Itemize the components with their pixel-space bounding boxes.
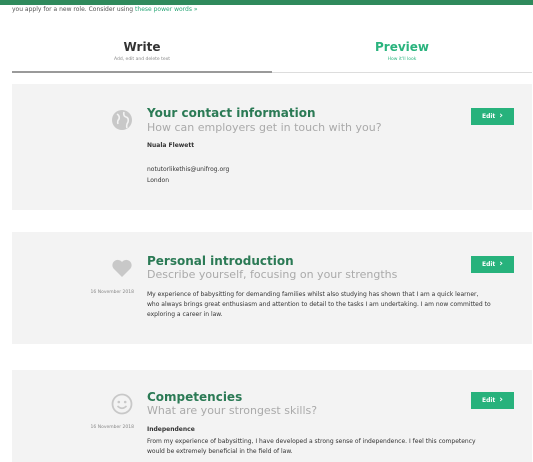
edit-label: Edit (481, 261, 496, 268)
edit-contact-button[interactable]: Edit › (471, 108, 514, 125)
contact-email: notutorlikethis@unifrog.org (147, 166, 230, 173)
edit-competencies-button[interactable]: Edit › (471, 392, 514, 409)
intro-text: you apply for a new role. Consider using… (12, 6, 198, 13)
competency-item-body: From my experience of babysitting, I hav… (147, 438, 476, 455)
competencies-card: 16 November 2018 Competencies What are y… (12, 370, 532, 462)
competencies-title: Competencies (147, 390, 243, 404)
smiley-icon (110, 392, 134, 416)
contact-section-card: Your contact information How can employe… (12, 84, 532, 210)
edit-label: Edit (481, 397, 496, 404)
chevron-right-icon: › (499, 259, 504, 269)
tab-preview-label: Preview (374, 40, 429, 54)
contact-title: Your contact information (147, 106, 316, 120)
contact-location: London (147, 177, 169, 184)
tab-write-label: Write (123, 40, 161, 54)
edit-intro-button[interactable]: Edit › (471, 256, 514, 273)
tab-write[interactable]: Write Add, edit and delete text (12, 40, 272, 62)
globe-icon (110, 108, 134, 132)
active-tab-indicator (12, 71, 272, 73)
contact-subtitle: How can employers get in touch with you? (147, 121, 382, 134)
intro-title: Personal introduction (147, 254, 294, 268)
intro-sentence: you apply for a new role. Consider using (12, 6, 134, 13)
competency-item-title: Independence (147, 426, 195, 433)
competencies-subtitle: What are your strongest skills? (147, 404, 318, 417)
competencies-date: 16 November 2018 (90, 425, 134, 430)
heart-icon (110, 256, 134, 280)
edit-label: Edit (481, 113, 496, 120)
tab-write-sublabel: Add, edit and delete text (113, 57, 171, 62)
intro-body: My experience of babysitting for demandi… (147, 291, 491, 318)
tab-preview[interactable]: Preview How it'll look (272, 40, 532, 62)
chevron-right-icon: › (499, 395, 504, 405)
personal-introduction-card: 16 November 2018 Personal introduction D… (12, 232, 532, 344)
top-brand-bar (0, 0, 533, 5)
contact-name: Nuala Flewett (147, 142, 195, 149)
intro-date: 16 November 2018 (90, 290, 134, 295)
power-words-link[interactable]: these power words » (135, 6, 197, 13)
intro-subtitle: Describe yourself, focusing on your stre… (147, 268, 398, 281)
chevron-right-icon: › (499, 111, 504, 121)
cv-tabs: Write Add, edit and delete text Preview … (12, 40, 532, 74)
tab-preview-sublabel: How it'll look (387, 57, 417, 62)
